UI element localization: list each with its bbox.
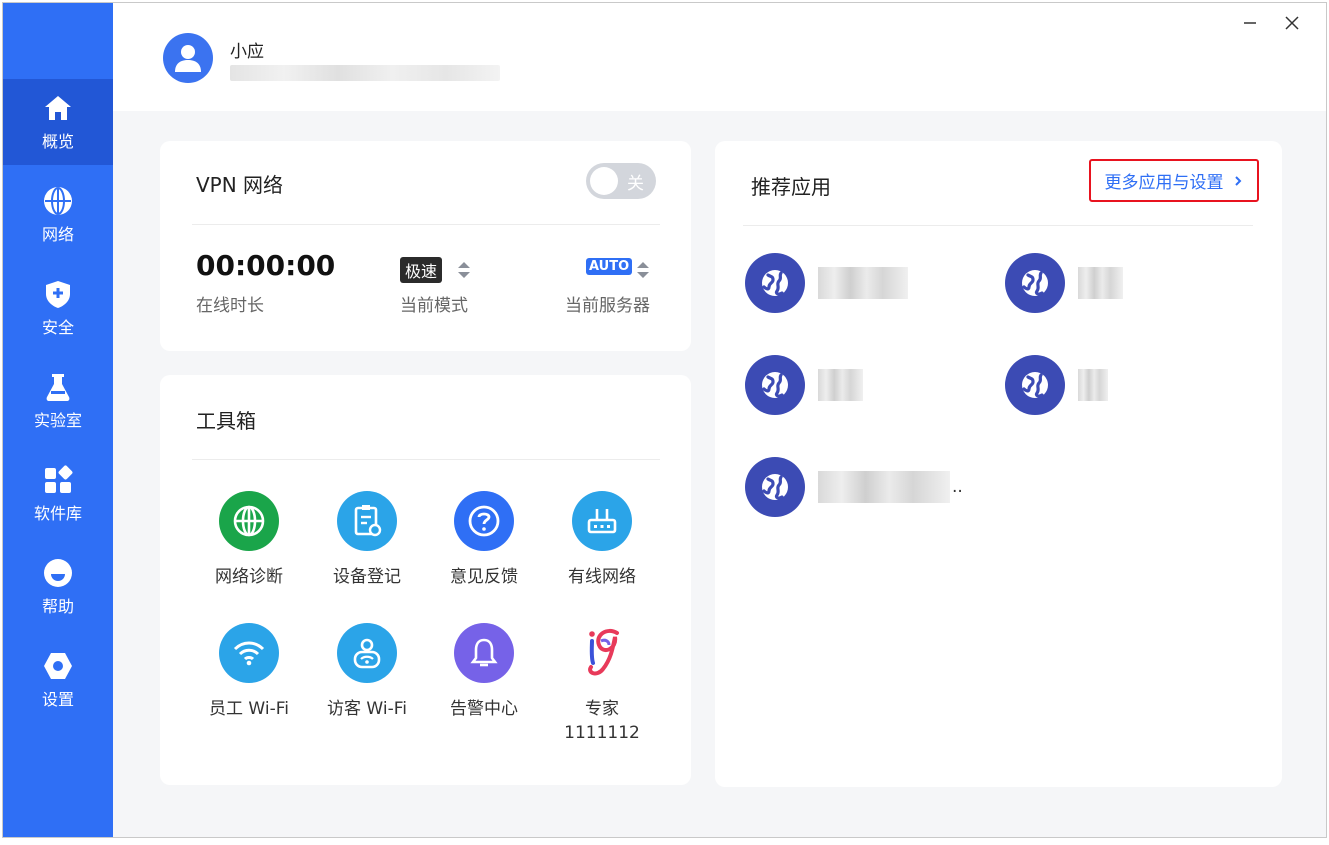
recommended-app[interactable]: ..: [745, 457, 963, 517]
wifi-icon: [219, 623, 279, 683]
toggle-knob: [590, 167, 618, 195]
tool-label: 告警中心: [450, 699, 518, 719]
sidebar-item-settings[interactable]: 设置: [3, 637, 113, 723]
sidebar-item-label: 实验室: [33, 411, 82, 430]
tool-label: 网络诊断: [215, 567, 283, 587]
tool-staff-wifi[interactable]: 员工 Wi-Fi: [194, 623, 304, 721]
app-name-redacted: [818, 471, 950, 503]
toolbox-title: 工具箱: [196, 409, 256, 433]
chevron-right-icon: [1234, 175, 1241, 186]
close-icon: [1285, 16, 1299, 30]
close-button[interactable]: [1277, 11, 1307, 35]
app-window: 概览 网络 安全 实验室 软件库 帮助 设置 小应 VPN 网络 关 00:00…: [2, 2, 1327, 838]
globe-icon: [44, 187, 72, 215]
app-globe-icon: [1005, 253, 1065, 313]
more-apps-settings-link[interactable]: 更多应用与设置: [1089, 159, 1259, 202]
app-name-redacted: [1078, 369, 1108, 401]
tool-device-register[interactable]: 设备登记: [312, 491, 422, 589]
vpn-title: VPN 网络: [196, 173, 284, 197]
router-icon: [572, 491, 632, 551]
toolbox-card: 工具箱 网络诊断 设备登记 意见反馈 有线网络 员工 Wi-Fi 访客 Wi-F…: [160, 375, 691, 785]
current-server-label: 当前服务器: [565, 296, 650, 316]
tool-label: 访客 Wi-Fi: [327, 699, 407, 719]
current-mode-label: 当前模式: [400, 296, 468, 316]
mode-badge: 极速: [400, 257, 443, 283]
sidebar-item-label: 网络: [41, 225, 74, 244]
app-globe-icon: [745, 457, 805, 517]
avatar[interactable]: [163, 33, 213, 83]
mode-sort-icon[interactable]: [457, 260, 471, 280]
tool-label: 员工 Wi-Fi: [209, 699, 289, 719]
app-name-redacted: [1078, 267, 1123, 299]
network-diagnose-icon: [219, 491, 279, 551]
vpn-card: VPN 网络 关 00:00:00 在线时长 极速 当前模式 AUTO 当前服务…: [160, 141, 691, 351]
device-register-icon: [337, 491, 397, 551]
sidebar-item-security[interactable]: 安全: [3, 265, 113, 351]
tool-wired-network[interactable]: 有线网络: [547, 491, 657, 589]
sidebar: 概览 网络 安全 实验室 软件库 帮助 设置: [3, 3, 113, 837]
hex-settings-icon: [44, 653, 72, 679]
vpn-toggle[interactable]: 关: [586, 163, 656, 199]
sidebar-item-network[interactable]: 网络: [3, 172, 113, 258]
help-icon: [44, 559, 72, 587]
bell-icon: [454, 623, 514, 683]
server-sort-icon[interactable]: [636, 260, 650, 280]
guest-wifi-icon: [337, 623, 397, 683]
tool-network-diagnose[interactable]: 网络诊断: [194, 491, 304, 589]
sidebar-item-label: 概览: [41, 132, 74, 151]
tool-guest-wifi[interactable]: 访客 Wi-Fi: [312, 623, 422, 721]
app-name-redacted: [818, 369, 863, 401]
recommended-app[interactable]: [1005, 355, 1108, 415]
user-icon: [175, 45, 201, 72]
app-globe-icon: [745, 253, 805, 313]
app-name-ellipsis: ..: [952, 477, 963, 497]
tool-label: 专家 1111112: [564, 699, 640, 743]
sidebar-item-software[interactable]: 软件库: [3, 451, 113, 537]
sidebar-item-help[interactable]: 帮助: [3, 544, 113, 630]
app-globe-icon: [1005, 355, 1065, 415]
sidebar-item-label: 设置: [41, 690, 74, 709]
recommended-app[interactable]: [745, 253, 908, 313]
tool-label: 意见反馈: [450, 567, 518, 587]
divider: [743, 225, 1253, 226]
header: 小应: [113, 3, 1326, 111]
expert-logo-icon: [572, 623, 632, 683]
recommended-app[interactable]: [745, 355, 863, 415]
shield-plus-icon: [46, 281, 70, 308]
tool-label: 有线网络: [568, 567, 636, 587]
more-apps-label: 更多应用与设置: [1104, 173, 1224, 193]
minimize-icon: [1244, 22, 1256, 24]
tool-feedback[interactable]: 意见反馈: [429, 491, 539, 589]
divider: [192, 224, 660, 225]
sidebar-item-overview[interactable]: 概览: [3, 79, 113, 165]
sidebar-item-label: 帮助: [41, 597, 74, 616]
recommended-title: 推荐应用: [751, 175, 831, 199]
divider: [192, 459, 660, 460]
user-detail-redacted: [230, 65, 500, 81]
app-name-redacted: [818, 267, 908, 299]
sidebar-item-label: 安全: [41, 318, 74, 337]
recommended-card: 推荐应用 更多应用与设置 ..: [715, 141, 1282, 787]
server-auto-badge: AUTO: [586, 258, 633, 275]
tool-label: 设备登记: [333, 567, 401, 587]
tool-alert-center[interactable]: 告警中心: [429, 623, 539, 721]
apps-grid-icon: [45, 465, 73, 493]
tool-expert[interactable]: 专家 1111112: [547, 623, 657, 745]
online-duration-value: 00:00:00: [196, 249, 336, 282]
online-duration-label: 在线时长: [196, 296, 264, 316]
minimize-button[interactable]: [1235, 11, 1265, 35]
app-globe-icon: [745, 355, 805, 415]
sidebar-item-label: 软件库: [33, 504, 82, 523]
toggle-label: 关: [627, 174, 644, 194]
sidebar-item-lab[interactable]: 实验室: [3, 358, 113, 444]
username: 小应: [230, 42, 264, 62]
recommended-app[interactable]: [1005, 253, 1123, 313]
question-feedback-icon: [454, 491, 514, 551]
flask-icon: [46, 374, 70, 401]
home-icon: [45, 96, 71, 120]
